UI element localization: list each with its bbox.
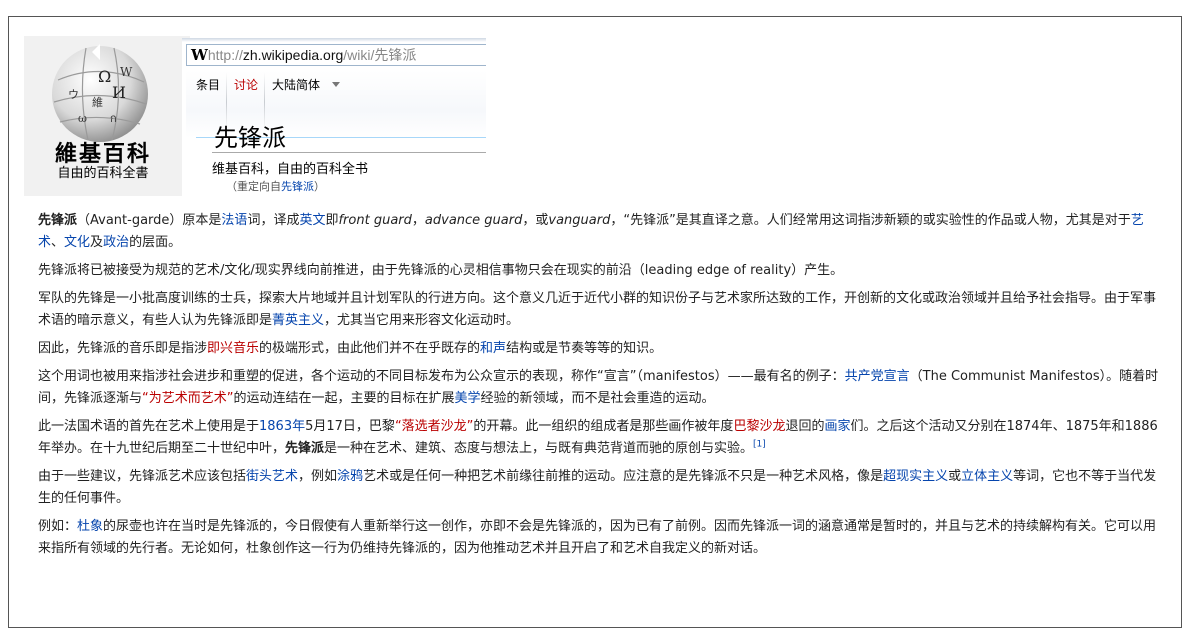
article-link[interactable]: 杜象 — [77, 519, 103, 534]
paragraph-text: 此一法国术语的首先在艺术上使用是于 — [38, 419, 260, 434]
url-path: /wiki/先锋派 — [343, 47, 417, 63]
paragraph-text: 5月17日，巴黎 — [305, 419, 395, 434]
paragraph-text: 即 — [325, 213, 339, 228]
svg-text:ก: ก — [110, 112, 117, 125]
svg-text:維: 維 — [92, 96, 103, 109]
paragraph-text: 词，译成 — [247, 213, 300, 228]
article-link[interactable]: “为艺术而艺术” — [142, 391, 233, 406]
svg-text:И: И — [112, 83, 126, 102]
url-host: zh.wikipedia.org — [242, 47, 344, 63]
paragraph-text: 由于一些建议，先锋派艺术应该包括 — [38, 469, 247, 484]
article-link[interactable]: “落选者沙龙” — [395, 419, 473, 434]
paragraph-text: 的层面。 — [129, 235, 182, 250]
article-link[interactable]: 超现实主义 — [883, 469, 948, 484]
redirect-prefix: （重定向自 — [226, 180, 281, 193]
svg-text:W: W — [120, 65, 133, 79]
paragraph-text: 的开幕。此一组织的组成者是那些画作被年度 — [473, 419, 734, 434]
article-paragraph: 军队的先锋是一小批高度训练的士兵，探索大片地域并且计划军队的行进方向。这个意义几… — [38, 288, 1160, 332]
paragraph-text: 这个用词也被用来指涉社会进步和重塑的促进，各个运动的不同目标发布为公众宣示的表现… — [38, 369, 845, 384]
paragraph-text: ，或 — [522, 213, 549, 228]
browser-snippet: Whttp://zh.wikipedia.org/wiki/先锋派 条目 讨论 … — [182, 38, 486, 196]
paragraph-text: 军队的先锋是一小批高度训练的士兵，探索大片地域并且计划军队的行进方向。这个意义几… — [38, 291, 1157, 328]
paragraph-text: 结构或是节奏等等的知识。 — [506, 341, 663, 356]
paragraph-text: ，“先锋派”是其直译之意。人们经常用这词指涉新颖的或实验性的作品或人物，尤其是对… — [610, 213, 1131, 228]
tab-variant[interactable]: 大陆简体 — [272, 76, 320, 94]
paragraph-text: ， — [411, 213, 425, 228]
tab-article[interactable]: 条目 — [196, 76, 220, 94]
article-paragraph: 例如：杜象的尿壶也许在当时是先锋派的，今日假使有人重新举行这一创作，亦即不会是先… — [38, 516, 1160, 560]
article-paragraph: 先锋派将已被接受为规范的艺术/文化/现实界线向前推进，由于先锋派的心灵相信事物只… — [38, 260, 1160, 282]
paragraph-text: ，尤其当它用来形容文化运动时。 — [324, 313, 520, 328]
article-link[interactable]: 菁英主义 — [272, 313, 324, 328]
citation-link[interactable]: [1] — [753, 440, 766, 450]
tab-talk[interactable]: 讨论 — [234, 76, 258, 94]
paragraph-text: 退回的 — [785, 419, 825, 434]
paragraph-text: 或 — [948, 469, 962, 484]
article-link[interactable]: 画家 — [824, 419, 850, 434]
url-protocol: http:// — [207, 47, 243, 63]
article-link[interactable]: 共产党宣言 — [845, 369, 910, 384]
article-link[interactable]: 即兴音乐 — [207, 341, 259, 356]
article-paragraph: 这个用词也被用来指涉社会进步和重塑的促进，各个运动的不同目标发布为公众宣示的表现… — [38, 366, 1160, 410]
paragraph-text: 的极端形式，由此他们并不在乎既存的 — [259, 341, 481, 356]
article-link[interactable]: 文化 — [64, 235, 90, 250]
svg-text:ω: ω — [78, 112, 87, 125]
redirect-suffix: ） — [314, 180, 325, 193]
article-link[interactable]: 法语 — [221, 213, 247, 228]
article-link[interactable]: 政治 — [103, 235, 129, 250]
title-divider — [212, 152, 486, 153]
article-paragraph: 因此，先锋派的音乐即是指涉即兴音乐的极端形式，由此他们并不在乎既存的和声结构或是… — [38, 338, 1160, 360]
citation-superscript: [1] — [753, 440, 766, 450]
paragraph-text: ，例如 — [298, 469, 338, 484]
page-title: 先锋派 — [214, 124, 286, 152]
article-link[interactable]: 1863年 — [259, 419, 305, 434]
article-link[interactable]: 涂鸦 — [337, 469, 363, 484]
paragraph-text: 是一种在艺术、建筑、态度与想法上，与既有典范背道而驰的原创与实验。 — [324, 441, 754, 456]
italic-term: front guard — [338, 213, 412, 228]
browser-chrome-edge — [182, 38, 486, 42]
article-link[interactable]: 英文 — [299, 213, 325, 228]
svg-text:Ω: Ω — [98, 67, 111, 86]
article-link[interactable]: 美学 — [455, 391, 481, 406]
paragraph-text: 、 — [51, 235, 65, 250]
article-link[interactable]: 街头艺术 — [246, 469, 298, 484]
article-paragraph: 先锋派（Avant-garde）原本是法语词，译成英文即front guard，… — [38, 210, 1160, 254]
chevron-down-icon[interactable] — [332, 82, 340, 87]
wikipedia-favicon-icon: W — [191, 46, 208, 64]
paragraph-text: 的运动连结在一起，主要的目标在扩展 — [233, 391, 455, 406]
redirect-link[interactable]: 先锋派 — [281, 180, 314, 193]
italic-term: advance guard — [424, 213, 523, 228]
svg-text:ウ: ウ — [68, 88, 79, 101]
paragraph-text: 经验的新领域，而不是社会重造的运动。 — [480, 391, 715, 406]
puzzle-globe-icon: Ω W И 維 ウ ω ก — [52, 44, 148, 142]
wikipedia-logo[interactable]: Ω W И 維 ウ ω ก 維基百科 自由的百科全書 — [24, 36, 190, 196]
site-subtitle: 维基百科，自由的百科全书 — [212, 162, 369, 177]
paragraph-text: 艺术或是任何一种把艺术前缘往前推的运动。应注意的是先锋派不只是一种艺术风格，像是 — [363, 469, 884, 484]
article-paragraph: 此一法国术语的首先在艺术上使用是于1863年5月17日，巴黎“落选者沙龙”的开幕… — [38, 416, 1160, 460]
paragraph-text: 的尿壶也许在当时是先锋派的，今日假使有人重新举行这一创作，亦即不会是先锋派的，因… — [38, 519, 1157, 556]
paragraph-text: 及 — [90, 235, 104, 250]
italic-term: vanguard — [548, 213, 611, 228]
logo-subtitle: 自由的百科全書 — [57, 166, 149, 181]
article-link[interactable]: 立体主义 — [961, 469, 1013, 484]
bold-term: 先锋派 — [38, 213, 78, 228]
article-body: 先锋派（Avant-garde）原本是法语词，译成英文即front guard，… — [38, 210, 1160, 566]
article-link[interactable]: 巴黎沙龙 — [733, 419, 785, 434]
paragraph-text: （Avant-garde）原本是 — [77, 213, 222, 228]
redirect-note: （重定向自先锋派） — [226, 178, 325, 194]
article-link[interactable]: 和声 — [480, 341, 506, 356]
article-paragraph: 由于一些建议，先锋派艺术应该包括街头艺术，例如涂鸦艺术或是任何一种把艺术前缘往前… — [38, 466, 1160, 510]
paragraph-text: 因此，先锋派的音乐即是指涉 — [38, 341, 208, 356]
bold-term: 先锋派 — [285, 441, 325, 456]
paragraph-text: 先锋派将已被接受为规范的艺术/文化/现实界线向前推进，由于先锋派的心灵相信事物只… — [38, 263, 844, 278]
address-bar[interactable]: Whttp://zh.wikipedia.org/wiki/先锋派 — [186, 44, 486, 66]
paragraph-text: 例如： — [38, 519, 78, 534]
